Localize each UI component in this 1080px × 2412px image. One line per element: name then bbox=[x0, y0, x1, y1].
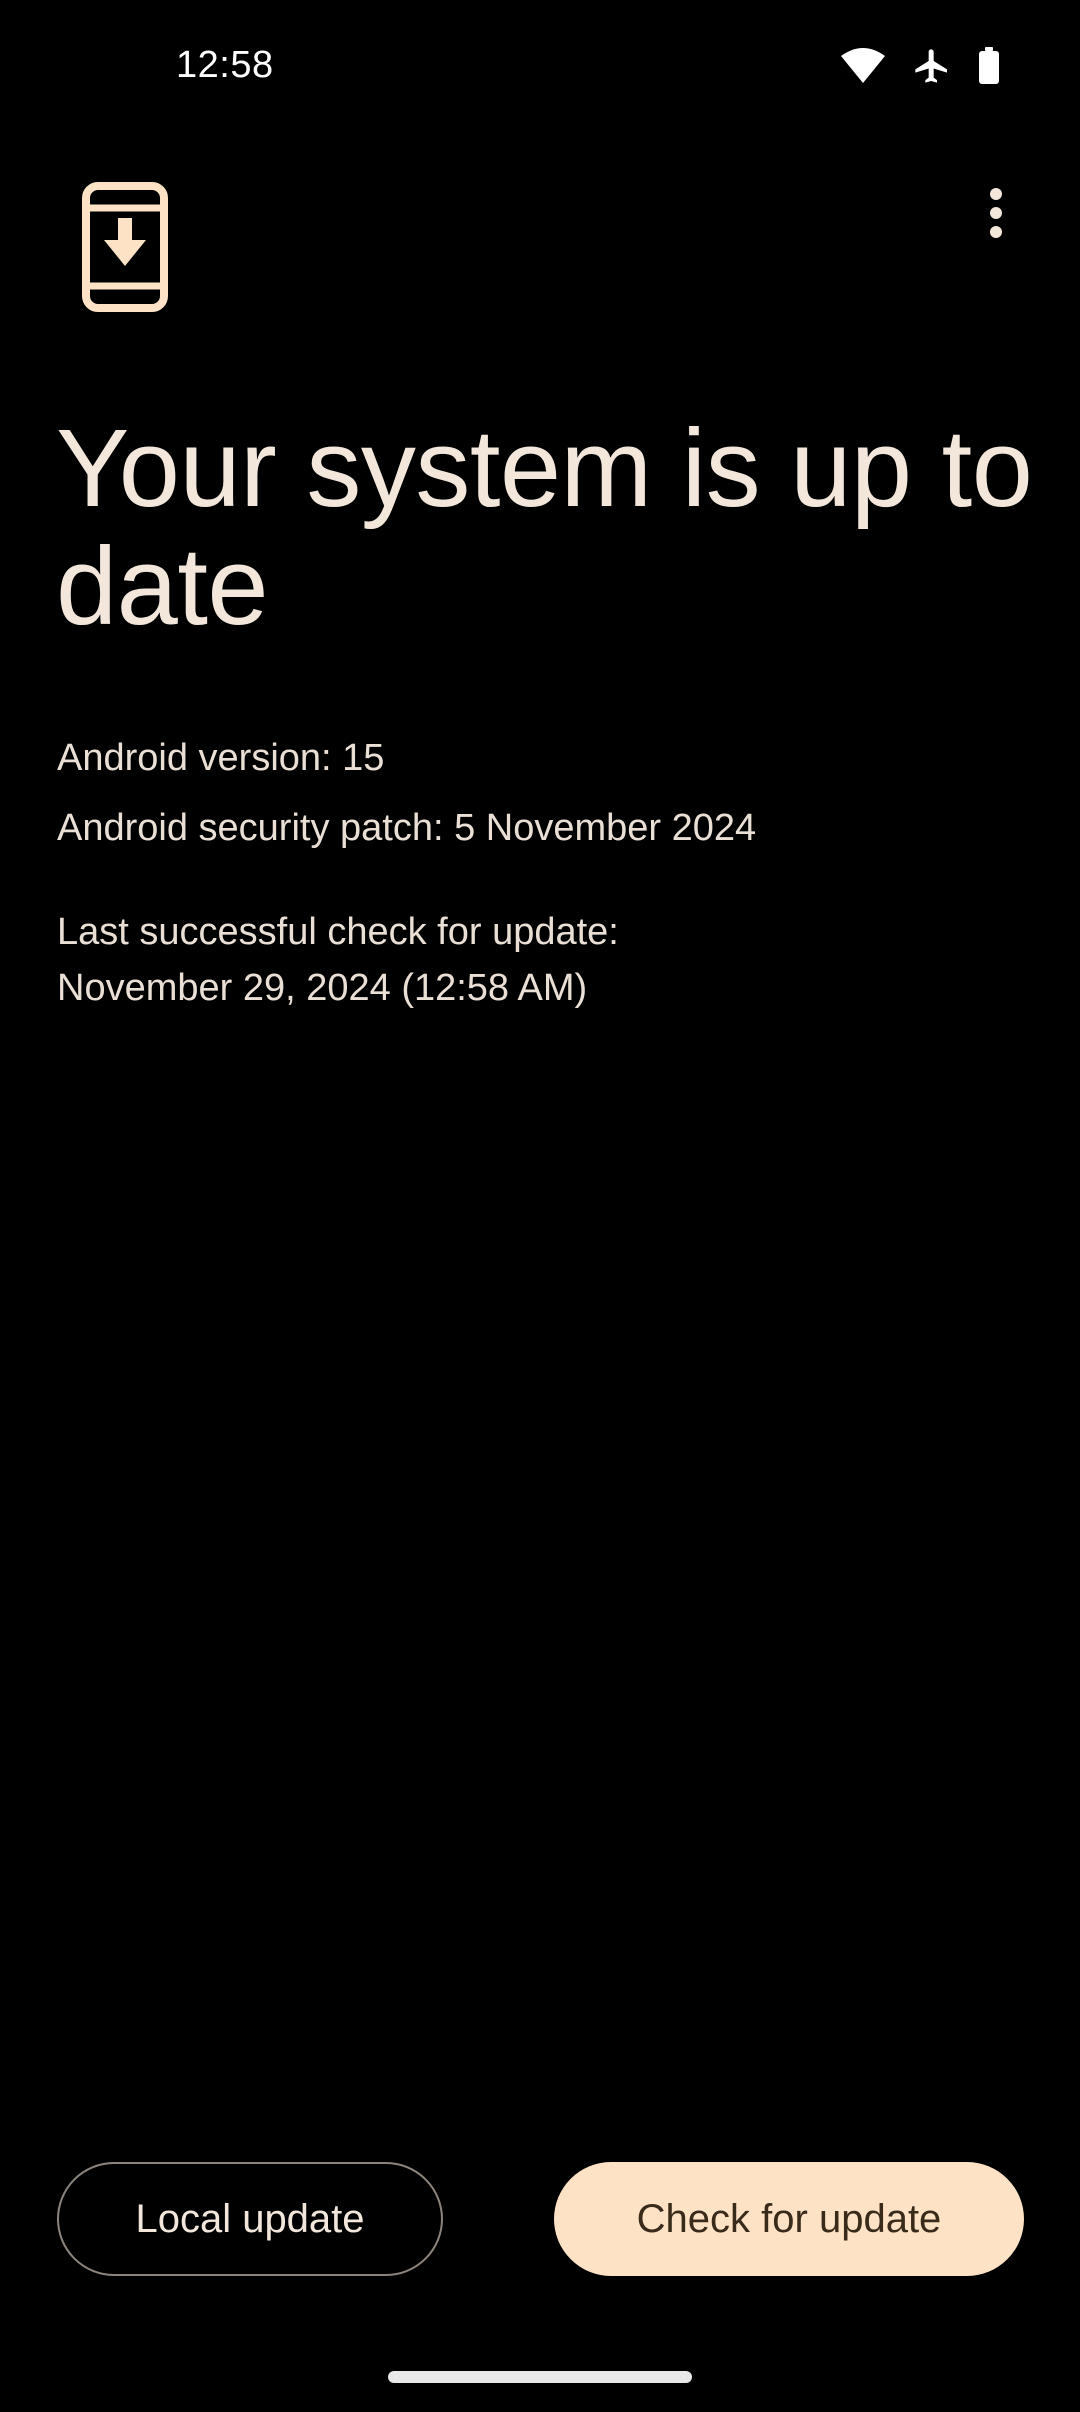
battery-icon bbox=[978, 47, 1000, 85]
security-patch-text: Android security patch: 5 November 2024 bbox=[57, 807, 757, 849]
local-update-button[interactable]: Local update bbox=[57, 2162, 443, 2276]
home-indicator[interactable] bbox=[388, 2371, 692, 2383]
last-check-label: Last successful check for update: bbox=[57, 911, 619, 953]
more-options-button[interactable] bbox=[966, 180, 1026, 250]
last-check-date: November 29, 2024 (12:58 AM) bbox=[57, 967, 588, 1009]
local-update-label: Local update bbox=[135, 2196, 365, 2241]
system-update-icon bbox=[82, 182, 168, 312]
status-bar: 12:58 bbox=[0, 0, 1080, 140]
last-check-text: Last successful check for update: Novemb… bbox=[57, 904, 1017, 1016]
check-for-update-label: Check for update bbox=[636, 2196, 942, 2241]
more-vert-icon bbox=[988, 187, 1004, 244]
check-for-update-button[interactable]: Check for update bbox=[554, 2162, 1024, 2276]
airplane-mode-icon bbox=[912, 46, 952, 86]
android-version-text: Android version: 15 bbox=[57, 737, 385, 779]
status-time: 12:58 bbox=[176, 44, 274, 86]
page-title: Your system is up to date bbox=[56, 407, 1033, 648]
status-icons bbox=[840, 46, 1000, 86]
wifi-icon bbox=[840, 47, 886, 85]
